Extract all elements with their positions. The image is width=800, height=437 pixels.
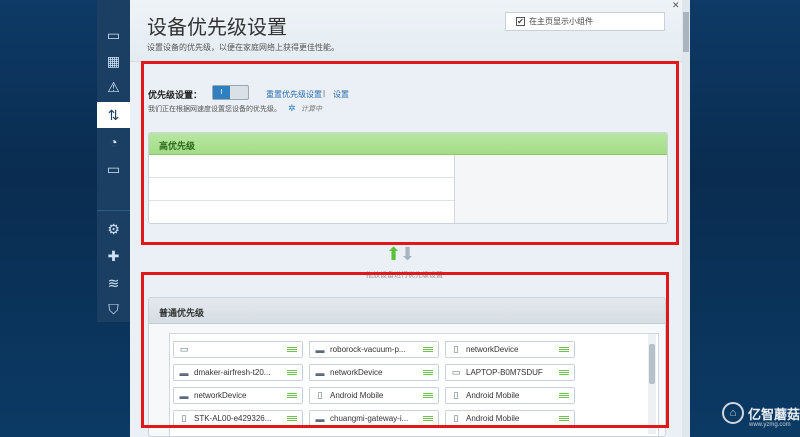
sidebar-item-priority[interactable]: ⇅ xyxy=(97,102,136,128)
wifi-icon: ≋ xyxy=(107,274,120,291)
shield-icon: ⛉ xyxy=(108,300,119,317)
sidebar-item-troubleshoot[interactable]: ✚ xyxy=(97,243,130,269)
sidebar-item-alerts[interactable]: ⚠ xyxy=(97,74,130,100)
page-header: 设备优先级设置 设置设备的优先级，以便在家庭网络上获得更佳性能。 ✔ 在主页显示… xyxy=(130,0,682,62)
watermark-logo: ⌂ 亿智蘑菇 www.yzmg.com xyxy=(722,402,800,428)
page-scrollbar[interactable] xyxy=(682,0,690,437)
sidebar-item-parental[interactable]: ▦ xyxy=(97,48,130,74)
watermark-brand: 亿智蘑菇 xyxy=(748,406,800,422)
devices-icon: ▭ xyxy=(106,26,121,43)
media-icon: ▭ xyxy=(106,160,121,177)
priority-icon: ⇅ xyxy=(107,106,120,123)
sidebar-item-speed[interactable]: ◔ xyxy=(97,129,130,155)
scrollbar-thumb[interactable] xyxy=(683,12,689,52)
sidebar-item-settings[interactable]: ⚙ xyxy=(97,216,130,242)
mushroom-logo-icon: ⌂ xyxy=(722,402,744,424)
checkbox-checked-icon[interactable]: ✔ xyxy=(516,17,525,26)
speedometer-icon: ◔ xyxy=(109,134,118,150)
network-map-icon: ▦ xyxy=(106,52,121,69)
sidebar-divider xyxy=(97,210,130,211)
sidebar-item-security[interactable]: ⛉ xyxy=(97,296,130,322)
sidebar: ▭ ▦ ⚠ ⇅ ◔ ▭ ⚙ ✚ ≋ ⛉ xyxy=(97,0,136,322)
medkit-icon: ✚ xyxy=(107,247,120,264)
close-icon[interactable]: ✕ xyxy=(672,0,682,10)
sidebar-item-wifi[interactable]: ≋ xyxy=(97,270,130,296)
highlight-box-top xyxy=(141,61,679,245)
show-widget-checkbox[interactable]: ✔ 在主页显示小组件 xyxy=(505,12,665,31)
page-subtitle: 设置设备的优先级，以便在家庭网络上获得更佳性能。 xyxy=(147,43,339,52)
sidebar-item-media[interactable]: ▭ xyxy=(97,156,130,182)
highlight-box-bottom xyxy=(141,272,669,428)
gear-icon: ⚙ xyxy=(107,220,120,237)
sidebar-item-devices[interactable]: ▭ xyxy=(97,22,130,48)
watermark-url: www.yzmg.com xyxy=(749,422,791,428)
page-title: 设备优先级设置 xyxy=(147,17,287,39)
arrow-down-icon: ⬇ xyxy=(400,244,416,264)
warning-icon: ⚠ xyxy=(107,78,120,95)
show-widget-label: 在主页显示小组件 xyxy=(529,17,593,26)
